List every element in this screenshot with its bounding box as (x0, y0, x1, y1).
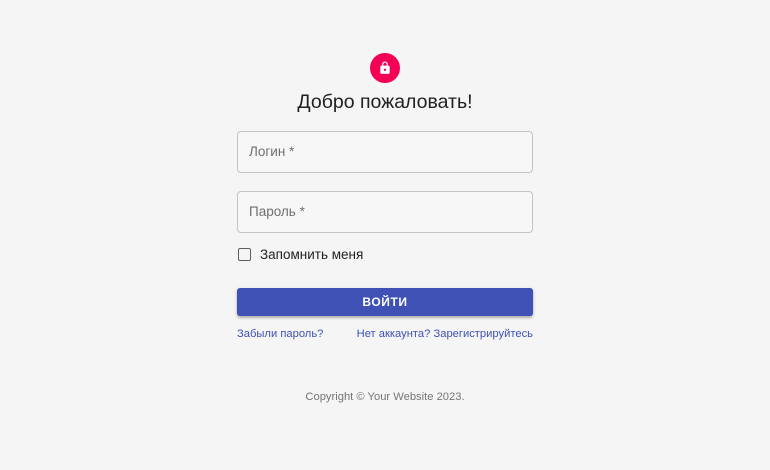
login-input[interactable] (238, 132, 532, 172)
lock-avatar (370, 53, 400, 83)
checkbox-unchecked-icon[interactable] (238, 247, 251, 261)
remember-me-label: Запомнить меня (260, 246, 364, 262)
forgot-password-link[interactable]: Забыли пароль? (237, 328, 323, 340)
password-field[interactable]: Пароль * (237, 191, 533, 233)
sign-in-page: Добро пожаловать! Логин * Пароль * Запом… (0, 0, 770, 470)
register-link[interactable]: Нет аккаунта? Зарегистрируйтесь (357, 328, 533, 340)
lock-icon (380, 61, 390, 74)
password-input[interactable] (238, 192, 532, 232)
sign-in-button[interactable]: ВОЙТИ (237, 288, 533, 316)
page-title: Добро пожаловать! (297, 91, 473, 113)
remember-me-checkbox[interactable]: Запомнить меня (237, 245, 363, 263)
login-field[interactable]: Логин * (237, 131, 533, 173)
copyright-text: Copyright © Your Website 2023. (305, 391, 465, 403)
